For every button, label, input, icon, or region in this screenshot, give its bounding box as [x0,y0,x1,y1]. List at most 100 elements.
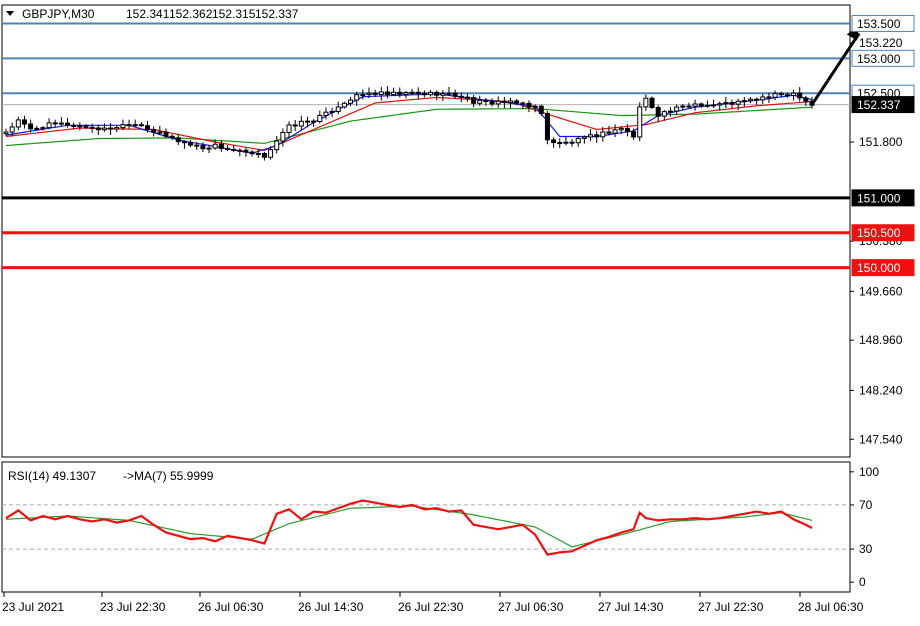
candle-body [157,131,163,134]
candle-body [28,123,34,130]
candle-body [138,124,144,127]
price-tick-label: 151.800 [859,135,903,149]
candle-body [65,122,71,126]
candle-body [175,137,181,143]
chart-header: GBPJPY,M30 152.341 152.362 152.315 152.3… [6,7,299,21]
price-tick-label: 147.540 [859,432,903,446]
candle-body [3,131,9,135]
candle-body [354,94,360,101]
candle-body [772,93,778,98]
time-tick-label: 23 Jul 2021 [2,600,64,614]
level-label-150.000: 150.000 [857,261,901,275]
candle-body [224,147,230,150]
candle-body [428,91,434,96]
candle-body [163,131,169,137]
candle-body [52,122,58,125]
time-tick-label: 26 Jul 22:30 [398,600,464,614]
candle-body [9,126,15,133]
candle-body [71,124,77,127]
candle-body [637,106,643,138]
candle-body [58,122,64,125]
candle-body [317,114,323,122]
candle-body [520,102,526,105]
price-tick-label: 148.240 [859,383,903,397]
rsi-tick-label: 0 [859,575,866,589]
candle-body [292,124,298,127]
candle-body [440,93,446,96]
candle-body [551,139,557,144]
candle [544,111,550,145]
time-tick-label: 23 Jul 22:30 [100,600,166,614]
candle-body [169,135,175,139]
ohlc-high: 152.362 [169,7,213,21]
candle-body [661,111,667,117]
candle-body [544,112,550,141]
chart-svg: GBPJPY,M30 152.341 152.362 152.315 152.3… [0,0,920,621]
candle-body [218,143,224,149]
time-tick-label: 27 Jul 22:30 [698,600,764,614]
candle-body [311,120,317,123]
candle-body [458,95,464,98]
candle-body [77,125,83,128]
candle-body [391,91,397,96]
candle-body [464,96,470,99]
candle-body [329,110,335,113]
candle-body [360,94,366,97]
candle-body [797,92,803,99]
rsi-tick-label: 100 [859,465,879,479]
candle-body [477,99,483,104]
candle-body [594,134,600,138]
rsi-tick-label: 30 [859,542,873,556]
level-label-153.500: 153.500 [857,17,901,31]
candle-body [624,127,630,133]
candle-body [237,149,243,152]
candle-body [212,143,218,149]
candle-body [508,100,514,104]
candle-body [34,127,40,130]
candle-body [280,132,286,142]
candle-body [686,105,692,108]
ohlc-open: 152.341 [126,7,170,21]
candle-body [274,140,280,151]
candle-body [735,100,741,105]
candle-body [581,136,587,139]
candle-body [15,119,21,128]
candle-body [655,107,661,117]
candle-body [729,102,735,105]
rsi-tick-label: 70 [859,498,873,512]
candle-body [766,96,772,99]
time-tick-label: 27 Jul 14:30 [598,600,664,614]
level-label-153.000: 153.000 [857,52,901,66]
candle-body [83,125,89,128]
candle-body [557,142,563,145]
candle-body [206,147,212,150]
chart-root: GBPJPY,M30 152.341 152.362 152.315 152.3… [0,0,920,621]
time-tick-label: 28 Jul 06:30 [798,600,864,614]
time-tick-label: 27 Jul 06:30 [498,600,564,614]
candle-body [471,97,477,104]
candle-body [791,92,797,97]
candle-body [612,129,618,134]
candle-body [489,101,495,105]
candle-body [397,91,403,95]
candle-body [366,92,372,96]
candle-body [680,105,686,108]
candle-body [760,96,766,101]
candle-body [649,97,655,109]
candle-body [575,137,581,144]
price-tick-label: 149.660 [859,284,903,298]
candle-body [704,104,710,107]
candle-body [378,91,384,95]
candle-body [40,127,46,130]
candle-body [606,131,612,134]
candle-body [483,99,489,103]
candle-body [717,103,723,106]
candle-body [643,97,649,108]
candle-body [108,127,114,130]
candle-body [495,100,501,105]
rsi-ma-label: ->MA(7) 55.9999 [123,469,214,483]
candle-body [403,91,409,95]
candle-body [631,131,637,138]
candle-body [421,92,427,96]
candle-body [434,91,440,96]
